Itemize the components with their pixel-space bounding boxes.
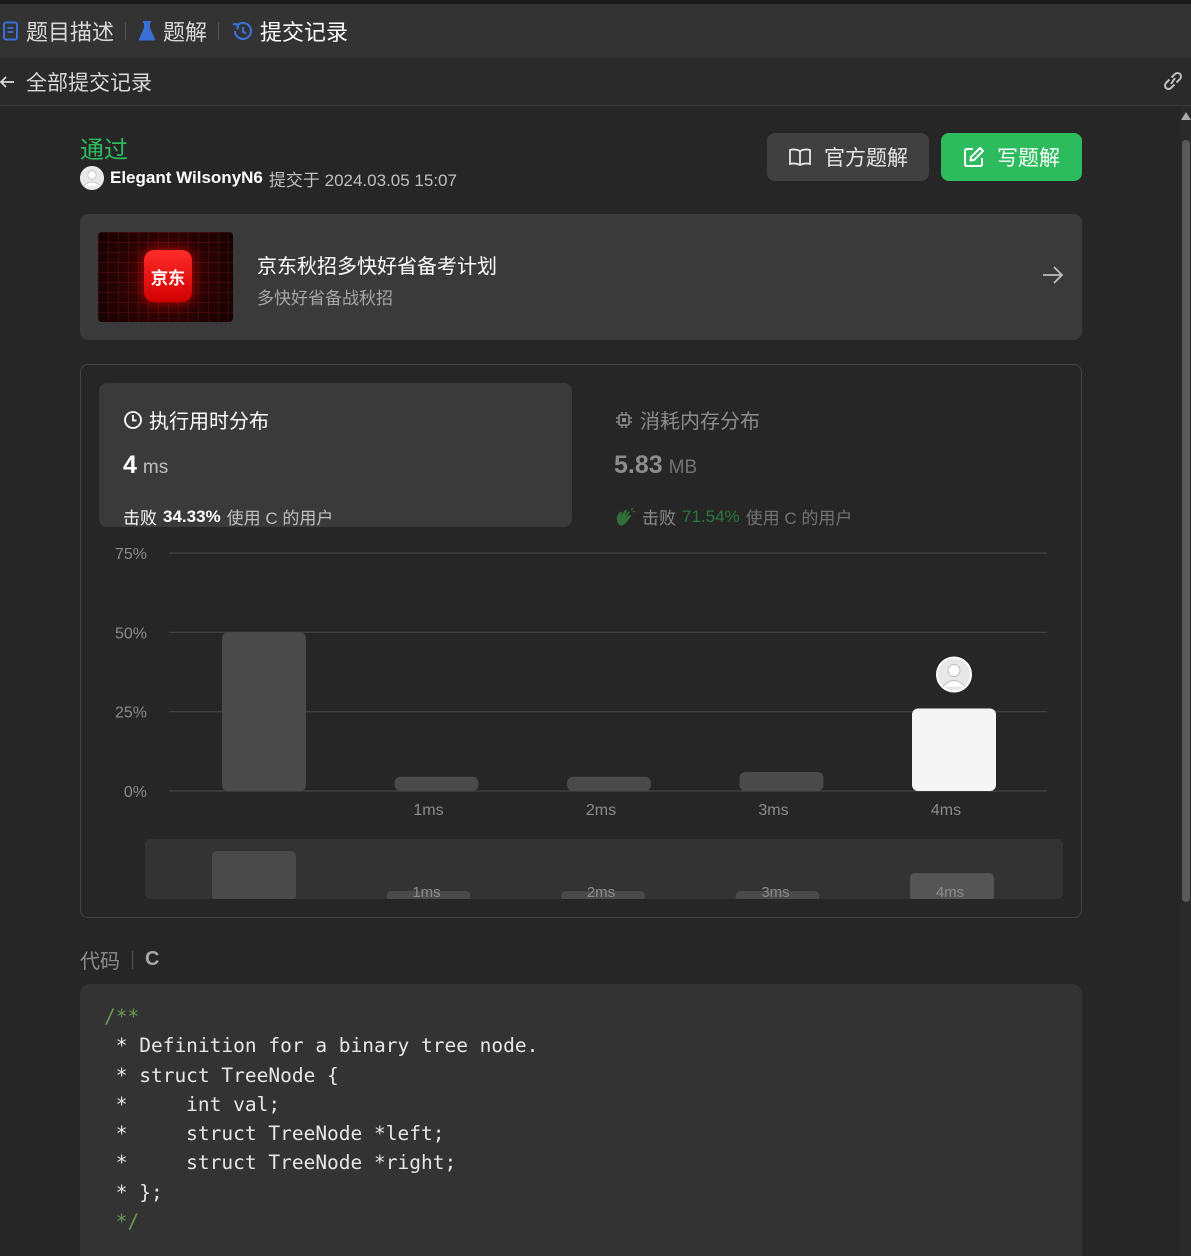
code-line: * Definition for a binary tree node.: [104, 1034, 539, 1058]
promo-image: 京东: [98, 232, 233, 322]
x-tick-label: 3ms: [758, 802, 788, 819]
tab-description[interactable]: 题目描述: [2, 4, 114, 58]
write-solution-button[interactable]: 写题解: [941, 133, 1082, 181]
flask-icon: [137, 20, 157, 42]
code-line: */: [104, 1210, 140, 1234]
chip-icon: [616, 411, 632, 428]
mini-tick-label: 2ms: [587, 884, 615, 899]
submission-meta: Elegant WilsonyN6 提交于 2024.03.05 15:07: [80, 166, 457, 190]
runtime-value: 4 ms: [123, 451, 168, 480]
memory-beat-prefix: 击败: [642, 509, 676, 528]
memory-beat-pct: 71.54%: [682, 506, 740, 526]
memory-title-text: 消耗内存分布: [640, 411, 760, 433]
runtime-number: 4: [123, 451, 137, 479]
x-tick-label: 4ms: [931, 802, 961, 819]
book-icon: [789, 148, 811, 167]
code-header-divider: [132, 950, 133, 969]
runtime-beat-prefix: 击败: [123, 509, 157, 528]
runtime-beat: 击败 34.33% 使用 C 的用户: [123, 504, 333, 529]
promo-subtitle: 多快好省备战秋招: [257, 289, 393, 308]
memory-beat-suffix: 使用 C 的用户: [745, 509, 853, 528]
code-line: * struct TreeNode *left;: [104, 1122, 445, 1146]
official-solution-label: 官方题解: [824, 147, 908, 170]
y-tick-label: 75%: [115, 546, 147, 563]
mini-tick-label: 4ms: [936, 884, 964, 899]
x-tick-label: 2ms: [586, 802, 616, 819]
back-label: 全部提交记录: [26, 71, 152, 95]
avatar[interactable]: [80, 166, 104, 190]
code-label: 代码: [80, 951, 120, 973]
mini-bar: [212, 851, 296, 899]
edit-icon: [964, 147, 984, 167]
promo-title: 京东秋招多快好省备考计划: [257, 256, 497, 278]
bar-3ms: [739, 771, 824, 791]
runtime-unit: ms: [142, 457, 169, 478]
memory-card[interactable]: 消耗内存分布 5.83 MB 击败 71.54% 使用 C 的用户: [614, 383, 1054, 529]
bar-first: [222, 632, 306, 791]
code-line: * };: [104, 1180, 163, 1204]
jd-logo: 京东: [144, 250, 192, 302]
clap-icon: [616, 507, 636, 525]
official-solution-button[interactable]: 官方题解: [767, 133, 929, 181]
tab-divider: [125, 22, 127, 40]
submitted-time: 提交于 2024.03.05 15:07: [268, 170, 457, 190]
code-block[interactable]: /** * Definition for a binary tree node.…: [80, 984, 1082, 1256]
tab-submissions[interactable]: 提交记录: [230, 4, 348, 58]
code-content: /** * Definition for a binary tree node.…: [104, 1002, 538, 1236]
runtime-beat-suffix: 使用 C 的用户: [226, 509, 334, 528]
tab-solutions-label: 题解: [163, 20, 208, 45]
back-to-all-submissions[interactable]: 全部提交记录: [0, 67, 152, 97]
bar-2ms: [567, 776, 651, 791]
username[interactable]: Elegant WilsonyN6: [110, 168, 263, 188]
bar-1ms: [394, 776, 479, 791]
scrollbar-thumb[interactable]: [1182, 140, 1190, 902]
link-icon[interactable]: [1159, 70, 1187, 97]
chart-range-navigator[interactable]: 1ms 2ms 3ms 4ms: [145, 839, 1063, 899]
runtime-beat-pct: 34.33%: [163, 506, 221, 526]
bar-4ms: [912, 708, 996, 791]
tab-divider: [218, 22, 220, 40]
memory-unit: MB: [668, 457, 698, 478]
clock-icon: [124, 410, 142, 429]
y-tick-label: 0%: [124, 784, 147, 801]
submission-header-bar: 全部提交记录: [0, 58, 1191, 106]
document-icon: [2, 21, 20, 41]
history-icon: [230, 20, 254, 42]
tab-description-label: 题目描述: [26, 20, 115, 45]
runtime-distribution-chart[interactable]: 75% 50% 25% 0% 1ms 2ms 3ms 4ms: [99, 535, 1049, 825]
memory-number: 5.83: [614, 451, 663, 479]
mini-tick-label: 1ms: [412, 884, 440, 899]
tab-submissions-label: 提交记录: [260, 20, 349, 45]
code-line: /**: [104, 1005, 140, 1028]
submission-status: 通过: [80, 137, 128, 164]
memory-title: 消耗内存分布: [614, 405, 760, 434]
write-solution-label: 写题解: [997, 147, 1060, 170]
arrow-right-icon[interactable]: [1042, 265, 1064, 285]
code-language: C: [145, 948, 160, 970]
runtime-title-text: 执行用时分布: [149, 411, 269, 433]
code-line: * struct TreeNode {: [104, 1063, 339, 1087]
runtime-card[interactable]: 执行用时分布 4 ms 击败 34.33% 使用 C 的用户: [99, 383, 572, 529]
y-tick-label: 25%: [115, 705, 147, 722]
user-avatar-marker: [936, 656, 972, 693]
memory-beat: 击败 71.54% 使用 C 的用户: [614, 504, 852, 529]
code-line: * struct TreeNode *right;: [104, 1151, 457, 1175]
scroll-up-arrow[interactable]: [1181, 112, 1191, 120]
memory-value: 5.83 MB: [614, 451, 697, 480]
x-tick-label: 1ms: [413, 802, 443, 819]
promo-banner[interactable]: 京东 京东秋招多快好省备考计划 多快好省备战秋招: [80, 214, 1082, 340]
performance-panel: 执行用时分布 4 ms 击败 34.33% 使用 C 的用户 消耗内存分布 5.83 M…: [80, 364, 1082, 918]
mini-tick-label: 3ms: [761, 884, 789, 899]
runtime-title: 执行用时分布: [123, 405, 269, 434]
code-header: 代码 C: [80, 945, 159, 974]
top-tab-bar: 题目描述 题解 提交记录: [0, 0, 1191, 58]
tab-solutions[interactable]: 题解: [137, 4, 207, 58]
code-line: * int val;: [104, 1092, 281, 1116]
y-tick-label: 50%: [115, 625, 147, 642]
arrow-left-icon: [0, 75, 14, 88]
